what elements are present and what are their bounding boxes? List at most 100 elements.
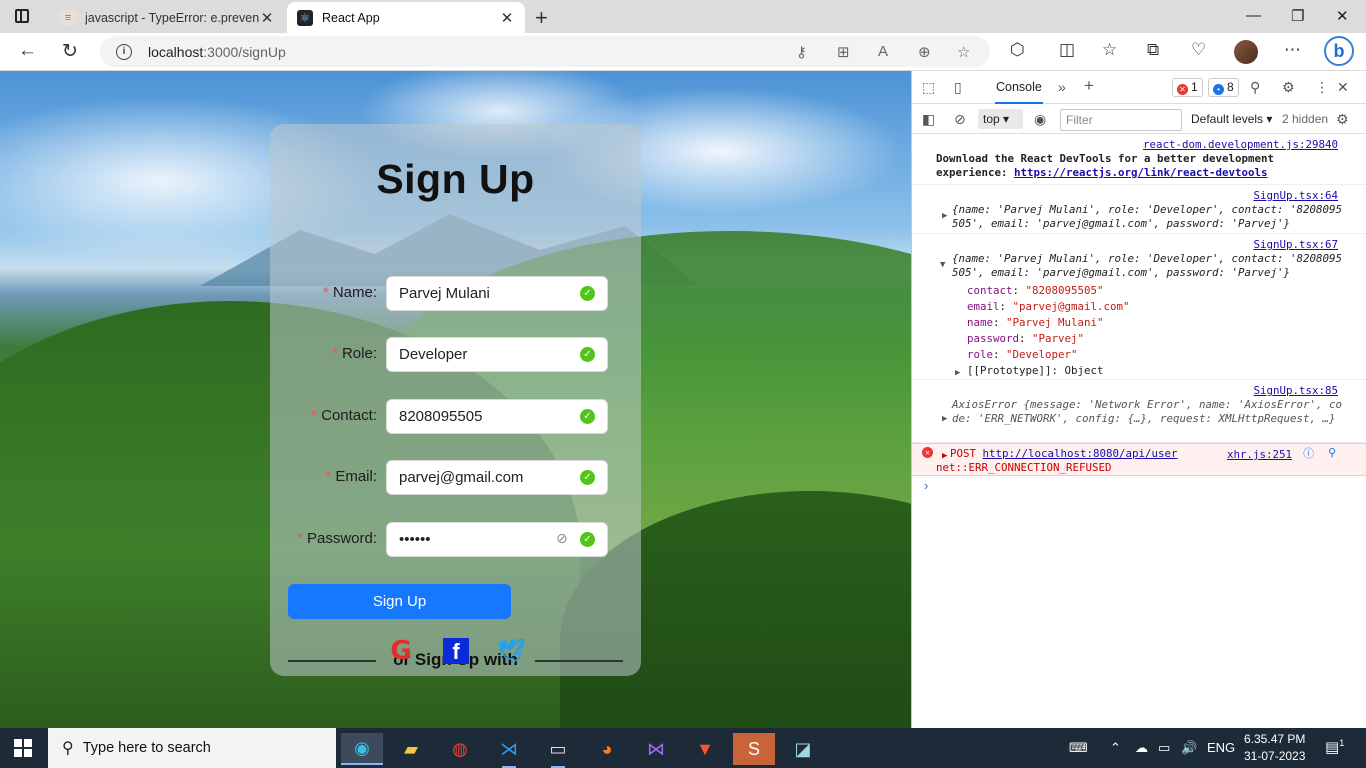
- role-row: * Role: Developer ✓: [270, 337, 641, 373]
- browser-essentials-icon[interactable]: ♡: [1191, 40, 1206, 60]
- tab-title: javascript - TypeError: e.preventD: [85, 10, 259, 25]
- eye-hidden-icon[interactable]: ⊘: [556, 530, 568, 547]
- close-devtools-icon[interactable]: ✕: [1337, 79, 1349, 96]
- bing-copilot-icon[interactable]: b: [1324, 36, 1354, 66]
- tray-overflow-icon[interactable]: ⌃: [1110, 740, 1121, 756]
- split-screen-icon[interactable]: ◫: [1059, 40, 1075, 60]
- favorites-icon[interactable]: ☆: [1102, 40, 1117, 60]
- message-source-link[interactable]: SignUp.tsx:64: [1253, 189, 1338, 203]
- inspect-element-icon[interactable]: ⬚: [922, 79, 935, 96]
- windows-start-icon[interactable]: [14, 739, 32, 757]
- signup-button[interactable]: Sign Up: [288, 584, 511, 619]
- edge-app-icon[interactable]: ◉: [341, 733, 383, 765]
- tab-react-app[interactable]: ⚛ React App ✕: [287, 2, 525, 33]
- message-source-link[interactable]: react-dom.development.js:29840: [1143, 138, 1338, 152]
- object-property: contact: "8208095505": [967, 284, 1104, 297]
- live-expression-eye-icon[interactable]: ◉: [1034, 111, 1046, 128]
- log-levels-dropdown[interactable]: Default levels ▾: [1191, 112, 1272, 126]
- twitter-icon[interactable]: 🕊: [497, 638, 525, 664]
- tab-stackoverflow[interactable]: ≡ javascript - TypeError: e.preventD ✕: [50, 2, 285, 33]
- taskbar-clock[interactable]: 6.35.47 PM 31-07-2023: [1244, 731, 1305, 765]
- name-input[interactable]: Parvej Mulani: [386, 276, 608, 311]
- error-count-badge[interactable]: ✕ 1: [1172, 78, 1203, 97]
- language-indicator[interactable]: ENG: [1207, 740, 1235, 755]
- notification-center-icon[interactable]: ▤1: [1325, 738, 1344, 756]
- role-input[interactable]: Developer: [386, 337, 608, 372]
- notepad-icon[interactable]: ◪: [782, 733, 824, 765]
- apps-icon[interactable]: ⊞: [837, 43, 850, 61]
- more-tabs-icon[interactable]: »: [1058, 79, 1066, 95]
- logged-object[interactable]: {name: 'Parvej Mulani', role: 'Developer…: [952, 203, 1344, 231]
- prototype-row[interactable]: ▶ [[Prototype]]: Object: [955, 364, 1130, 380]
- message-source-link[interactable]: SignUp.tsx:85: [1253, 384, 1338, 398]
- more-menu-icon[interactable]: ⋯: [1284, 40, 1301, 60]
- keyboard-icon[interactable]: ⌨: [1069, 740, 1088, 756]
- console-settings-icon[interactable]: ⚙: [1336, 111, 1349, 128]
- file-explorer-icon[interactable]: ▰: [390, 733, 432, 765]
- message-source-link[interactable]: xhr.js:251: [1227, 448, 1292, 462]
- clear-console-icon[interactable]: ⊘: [954, 111, 966, 128]
- network-icon[interactable]: ☁: [1135, 740, 1148, 756]
- console-prompt[interactable]: ›: [912, 476, 1366, 496]
- address-toolbar: ← ↻ i localhost:3000/signUp ⚷ ⊞ A ⊕ ☆: [0, 33, 1366, 71]
- sidebar-toggle-icon[interactable]: ◧: [922, 111, 935, 128]
- tab-title: React App: [322, 10, 380, 25]
- skype-icon[interactable]: S: [733, 733, 775, 765]
- tab-actions-icon[interactable]: [15, 9, 29, 23]
- settings-gear-icon[interactable]: ⚙: [1282, 79, 1295, 96]
- favorite-star-icon[interactable]: ☆: [957, 43, 970, 61]
- expand-triangle-icon[interactable]: ▶: [942, 209, 947, 223]
- site-info-icon[interactable]: i: [116, 43, 132, 60]
- object-properties: contact: "8208095505" email: "parvej@gma…: [955, 284, 1130, 380]
- connections-icon[interactable]: ⚲: [1250, 79, 1260, 96]
- refresh-icon[interactable]: ↻: [62, 40, 78, 63]
- tab-console[interactable]: Console: [995, 71, 1043, 104]
- terminal-icon[interactable]: ▭: [537, 733, 579, 768]
- back-icon[interactable]: ←: [18, 40, 37, 62]
- new-tab-icon[interactable]: +: [535, 5, 548, 31]
- restore-icon[interactable]: ❐: [1291, 7, 1304, 25]
- close-tab-icon[interactable]: ✕: [259, 9, 275, 27]
- close-window-icon[interactable]: ✕: [1336, 7, 1349, 25]
- extensions-icon[interactable]: ⬡: [1010, 40, 1025, 60]
- info-count-badge[interactable]: • 8: [1208, 78, 1239, 97]
- collapse-triangle-icon[interactable]: ▼: [940, 258, 945, 272]
- contact-row: * Contact: 8208095505 ✓: [270, 399, 641, 435]
- read-aloud-icon[interactable]: A: [878, 43, 888, 60]
- network-request-icon[interactable]: ⓘ: [1303, 447, 1314, 461]
- collections-icon[interactable]: ⧉: [1147, 40, 1159, 60]
- facebook-icon[interactable]: f: [443, 638, 469, 664]
- google-icon[interactable]: G: [388, 638, 414, 664]
- email-input[interactable]: parvej@gmail.com: [386, 460, 608, 495]
- email-label: * Email:: [325, 468, 377, 485]
- axios-error-object[interactable]: AxiosError {message: 'Network Error', na…: [952, 398, 1344, 426]
- close-tab-icon[interactable]: ✕: [499, 9, 515, 27]
- message-source-link[interactable]: SignUp.tsx:67: [1253, 238, 1338, 252]
- kebab-menu-icon[interactable]: ⋮: [1315, 79, 1329, 96]
- brave-icon[interactable]: ▼: [684, 733, 726, 765]
- context-select[interactable]: top ▾: [978, 109, 1023, 129]
- zoom-icon[interactable]: ⊕: [918, 43, 931, 61]
- expand-triangle-icon[interactable]: ▶: [942, 412, 947, 426]
- add-tab-icon[interactable]: +: [1084, 76, 1094, 96]
- url-text: localhost:3000/signUp: [148, 43, 286, 60]
- visual-studio-icon[interactable]: ⋈: [635, 733, 677, 765]
- chrome-icon[interactable]: ◍: [439, 733, 481, 765]
- taskbar-search[interactable]: ⚲ Type here to search: [48, 728, 336, 768]
- address-bar[interactable]: i localhost:3000/signUp ⚷ ⊞ A ⊕ ☆: [100, 36, 990, 67]
- filter-input[interactable]: Filter: [1060, 109, 1182, 131]
- volume-icon[interactable]: 🔊: [1181, 740, 1197, 756]
- vscode-icon[interactable]: ⋊: [488, 733, 530, 768]
- device-emulation-icon[interactable]: ▯: [954, 79, 962, 96]
- firefox-icon[interactable]: ◕: [586, 733, 628, 765]
- profile-avatar[interactable]: [1234, 40, 1258, 64]
- search-icon[interactable]: ⚲: [1328, 446, 1336, 460]
- contact-label: * Contact:: [311, 407, 377, 424]
- minimize-icon[interactable]: —: [1246, 7, 1261, 24]
- password-input[interactable]: ••••••: [386, 522, 608, 557]
- battery-icon[interactable]: ▭: [1158, 740, 1170, 756]
- error-detail: net::ERR_CONNECTION_REFUSED: [936, 461, 1112, 474]
- contact-input[interactable]: 8208095505: [386, 399, 608, 434]
- logged-object[interactable]: {name: 'Parvej Mulani', role: 'Developer…: [952, 252, 1344, 280]
- key-icon[interactable]: ⚷: [796, 43, 807, 61]
